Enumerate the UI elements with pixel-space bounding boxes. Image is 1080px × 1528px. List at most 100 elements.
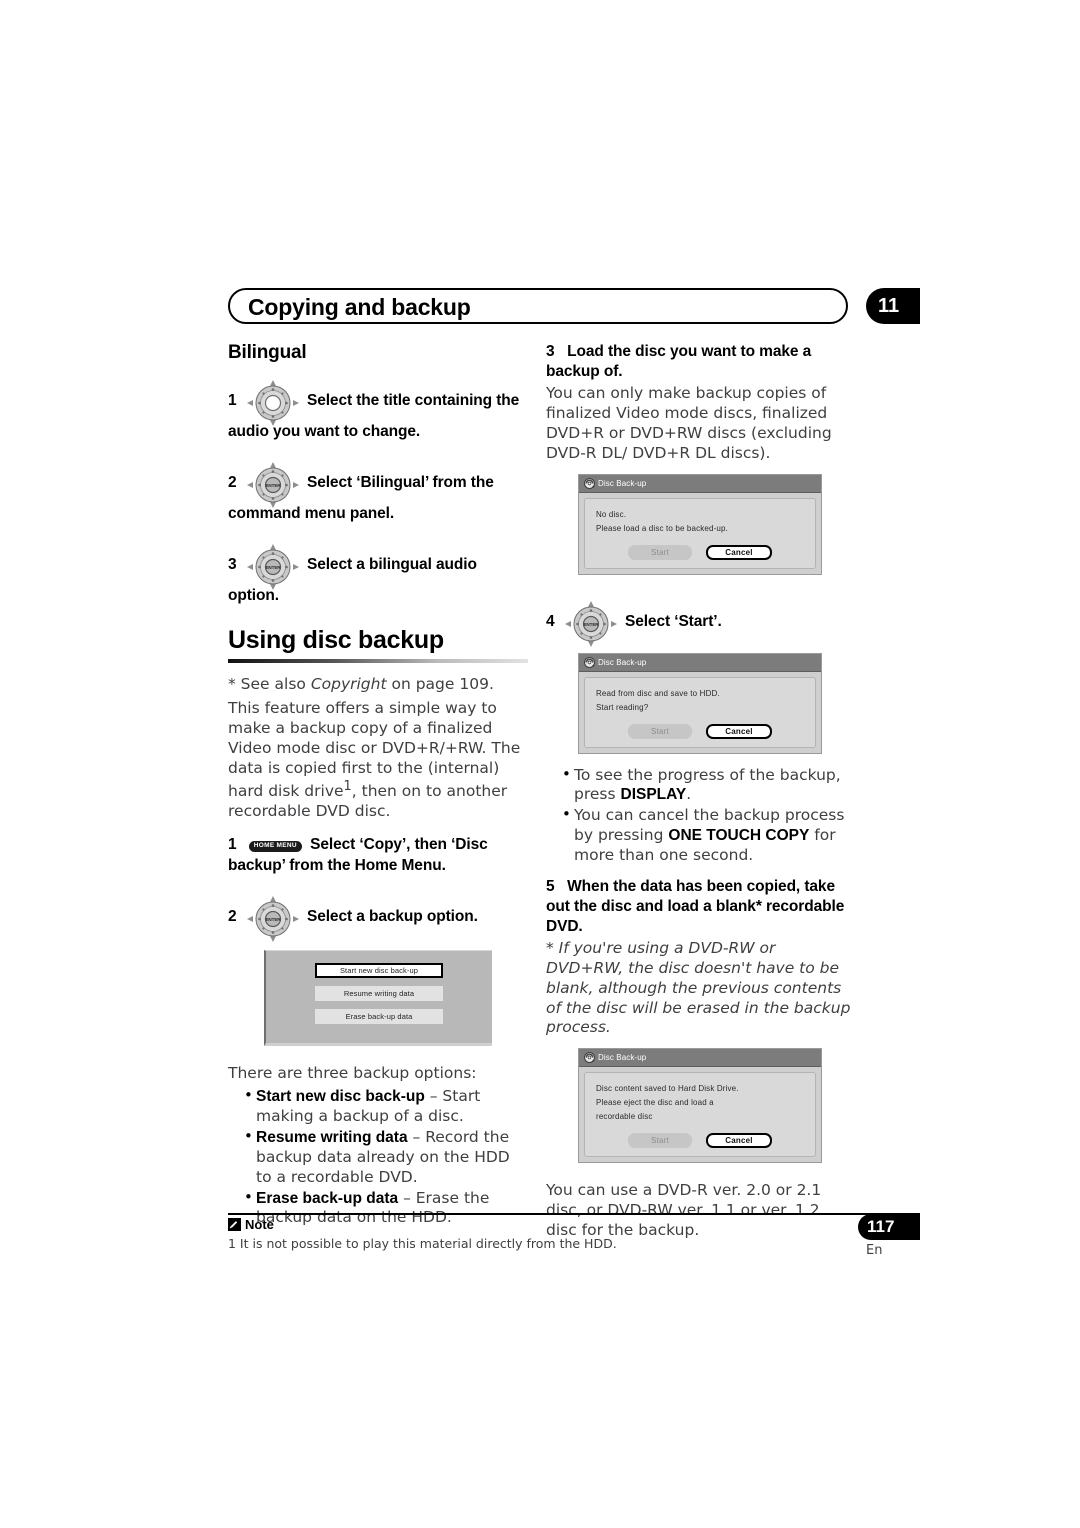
chapter-badge: 11 xyxy=(866,288,920,324)
menu-item-erase-backup-data[interactable]: Erase back-up data xyxy=(315,1008,443,1024)
step-3-body-line-1: You can only make backup copies of xyxy=(546,384,827,403)
bilingual-heading: Bilingual xyxy=(228,342,307,363)
step-2-backup-option: 2 ENTER Select a backup option. xyxy=(228,895,528,942)
dialog-title: Disc Back-up xyxy=(598,1053,647,1063)
intro-footnote-marker: 1 xyxy=(343,778,352,794)
intro-line-4b: , then on to xyxy=(351,781,442,800)
tip-1-post: . xyxy=(686,785,692,804)
step-1-home-menu: 1 HOME MENU Select ‘Copy’, then ‘Disc ba… xyxy=(228,835,528,875)
option-term-start-new: Start new disc back-up xyxy=(256,1088,425,1106)
cancel-button[interactable]: Cancel xyxy=(706,723,772,739)
step-4-number: 4 xyxy=(546,612,555,630)
backup-options-list: Start new disc back-up – Start making a … xyxy=(228,1086,528,1229)
tip-2-key: ONE TOUCH COPY xyxy=(668,827,810,845)
dialog-button-row: Start Cancel xyxy=(596,723,804,739)
left-column: Bilingual 1 Select the title containing … xyxy=(228,342,528,1229)
disc-arrow-icon xyxy=(584,656,595,668)
cursor-dpad-icon xyxy=(246,380,299,426)
start-button[interactable]: Start xyxy=(628,1133,692,1149)
disc-backup-dialog-start-reading: Disc Back-up Read from disc and save to … xyxy=(578,652,822,754)
start-button[interactable]: Start xyxy=(628,723,692,739)
dialog-message-line-1: Read from disc and save to HDD. xyxy=(596,688,720,698)
dialog-message-line-1: Disc content saved to Hard Disk Drive. xyxy=(596,1084,739,1094)
pencil-icon xyxy=(228,1218,241,1231)
closing-paragraph: You can use a DVD-R ver. 2.0 or 2.1 disc… xyxy=(546,1181,852,1240)
dialog-message-line-1: No disc. xyxy=(596,509,627,519)
section-divider xyxy=(228,659,528,664)
copyright-note-suffix: on page 109. xyxy=(386,675,494,694)
disc-arrow-icon xyxy=(584,477,595,489)
disc-backup-dialog-no-disc: Disc Back-up No disc. Please load a disc… xyxy=(578,473,822,575)
option-term-erase: Erase back-up data xyxy=(256,1189,399,1207)
step-3-body-line-4: DVD+R DL discs). xyxy=(632,443,771,462)
dialog-titlebar: Disc Back-up xyxy=(579,474,821,493)
dialog-titlebar: Disc Back-up xyxy=(579,653,821,672)
svg-text:ENTER: ENTER xyxy=(265,565,281,570)
dialog-body: Disc content saved to Hard Disk Drive. P… xyxy=(584,1072,816,1158)
tip-1-pre: To see the progress of the backup, press xyxy=(574,765,841,804)
dialog-button-row: Start Cancel xyxy=(596,544,804,560)
list-item: To see the progress of the backup, press… xyxy=(562,765,852,806)
step-3-right-text: Load the disc you want to make a backup … xyxy=(546,343,812,381)
page-language: En xyxy=(866,1243,883,1258)
section-heading: Using disc backup xyxy=(228,626,444,655)
cursor-enter-dpad-icon: ENTER xyxy=(246,462,299,509)
step-3-right: 3 Load the disc you want to make a backu… xyxy=(546,342,852,382)
step-1-number: 1 xyxy=(228,392,237,410)
intro-paragraph: This feature offers a simple way to make… xyxy=(228,699,528,821)
dialog-message-line-2: Please load a disc to be backed-up. xyxy=(596,523,728,533)
right-column: 3 Load the disc you want to make a backu… xyxy=(546,342,852,1245)
option-term-resume: Resume writing data xyxy=(256,1129,408,1147)
cancel-button[interactable]: Cancel xyxy=(706,1133,772,1149)
dialog-body: Read from disc and save to HDD. Start re… xyxy=(584,676,816,748)
cancel-button[interactable]: Cancel xyxy=(706,544,772,560)
disc-arrow-icon xyxy=(584,1052,595,1064)
backup-options-menu-screenshot: Start new disc back-up Resume writing da… xyxy=(264,949,492,1046)
step-5-text: When the data has been copied, take out … xyxy=(546,877,845,936)
list-item: Start new disc back-up – Start making a … xyxy=(244,1086,528,1127)
step-1-home-menu-number: 1 xyxy=(228,836,237,854)
options-intro: There are three backup options: xyxy=(228,1063,477,1082)
step-2: 2 ENTER Select ‘Bilingual’ from the comm… xyxy=(228,462,528,524)
note-label: Note xyxy=(245,1217,274,1232)
svg-text:ENTER: ENTER xyxy=(583,622,599,627)
page-number-badge: 117 xyxy=(858,1214,920,1240)
step-3-right-number: 3 xyxy=(546,343,555,360)
step-5-italic-note: * If you're using a DVD-RW or DVD+RW, th… xyxy=(546,939,851,1037)
dialog-title: Disc Back-up xyxy=(598,657,647,667)
menu-item-resume-writing-data[interactable]: Resume writing data xyxy=(315,985,443,1001)
dialog-message-line-3: recordable disc xyxy=(596,1112,653,1122)
dialog-body: No disc. Please load a disc to be backed… xyxy=(584,497,816,569)
dialog-button-row: Start Cancel xyxy=(596,1133,804,1149)
svg-text:ENTER: ENTER xyxy=(265,917,281,922)
tip-1-key: DISPLAY xyxy=(620,786,687,804)
dialog-titlebar: Disc Back-up xyxy=(579,1049,821,1068)
list-item: Erase back-up data – Erase the backup da… xyxy=(244,1188,528,1229)
step-2-backup-option-number: 2 xyxy=(228,907,237,925)
list-item: You can cancel the backup process by pre… xyxy=(562,805,852,865)
step-2-backup-option-text: Select a backup option. xyxy=(306,907,478,925)
list-item: Resume writing data – Record the backup … xyxy=(244,1127,528,1187)
closing-line-3: backup. xyxy=(638,1220,700,1239)
step-3-body: You can only make backup copies of final… xyxy=(546,384,852,463)
header-bar: Copying and backup xyxy=(228,288,848,324)
backup-tips-list: To see the progress of the backup, press… xyxy=(546,765,852,866)
copyright-note-italic: Copyright xyxy=(310,675,387,694)
cursor-enter-dpad-icon: ENTER xyxy=(246,895,299,942)
home-menu-button-icon: HOME MENU xyxy=(248,841,302,852)
dialog-message-line-2: Start reading? xyxy=(596,702,649,712)
cursor-enter-dpad-icon: ENTER xyxy=(246,544,299,591)
manual-page: Copying and backup 11 Bilingual 1 Select… xyxy=(0,0,1080,1528)
step-3-left-number: 3 xyxy=(228,556,237,574)
step-4: 4 ENTER Select ‘Start’. xyxy=(546,600,852,647)
menu-item-start-new-disc-backup[interactable]: Start new disc back-up xyxy=(315,962,443,978)
cursor-enter-dpad-icon: ENTER xyxy=(564,600,617,647)
step-3-left: 3 ENTER Select a bilingual audio option. xyxy=(228,544,528,606)
step-5-number: 5 xyxy=(546,877,555,895)
start-button[interactable]: Start xyxy=(628,544,692,560)
svg-text:ENTER: ENTER xyxy=(265,483,281,488)
note-header: Note xyxy=(228,1217,274,1232)
step-5: 5 When the data has been copied, take ou… xyxy=(546,877,852,937)
copyright-note-prefix: * See also xyxy=(228,675,311,694)
page-header: Copying and backup 11 xyxy=(228,288,920,324)
